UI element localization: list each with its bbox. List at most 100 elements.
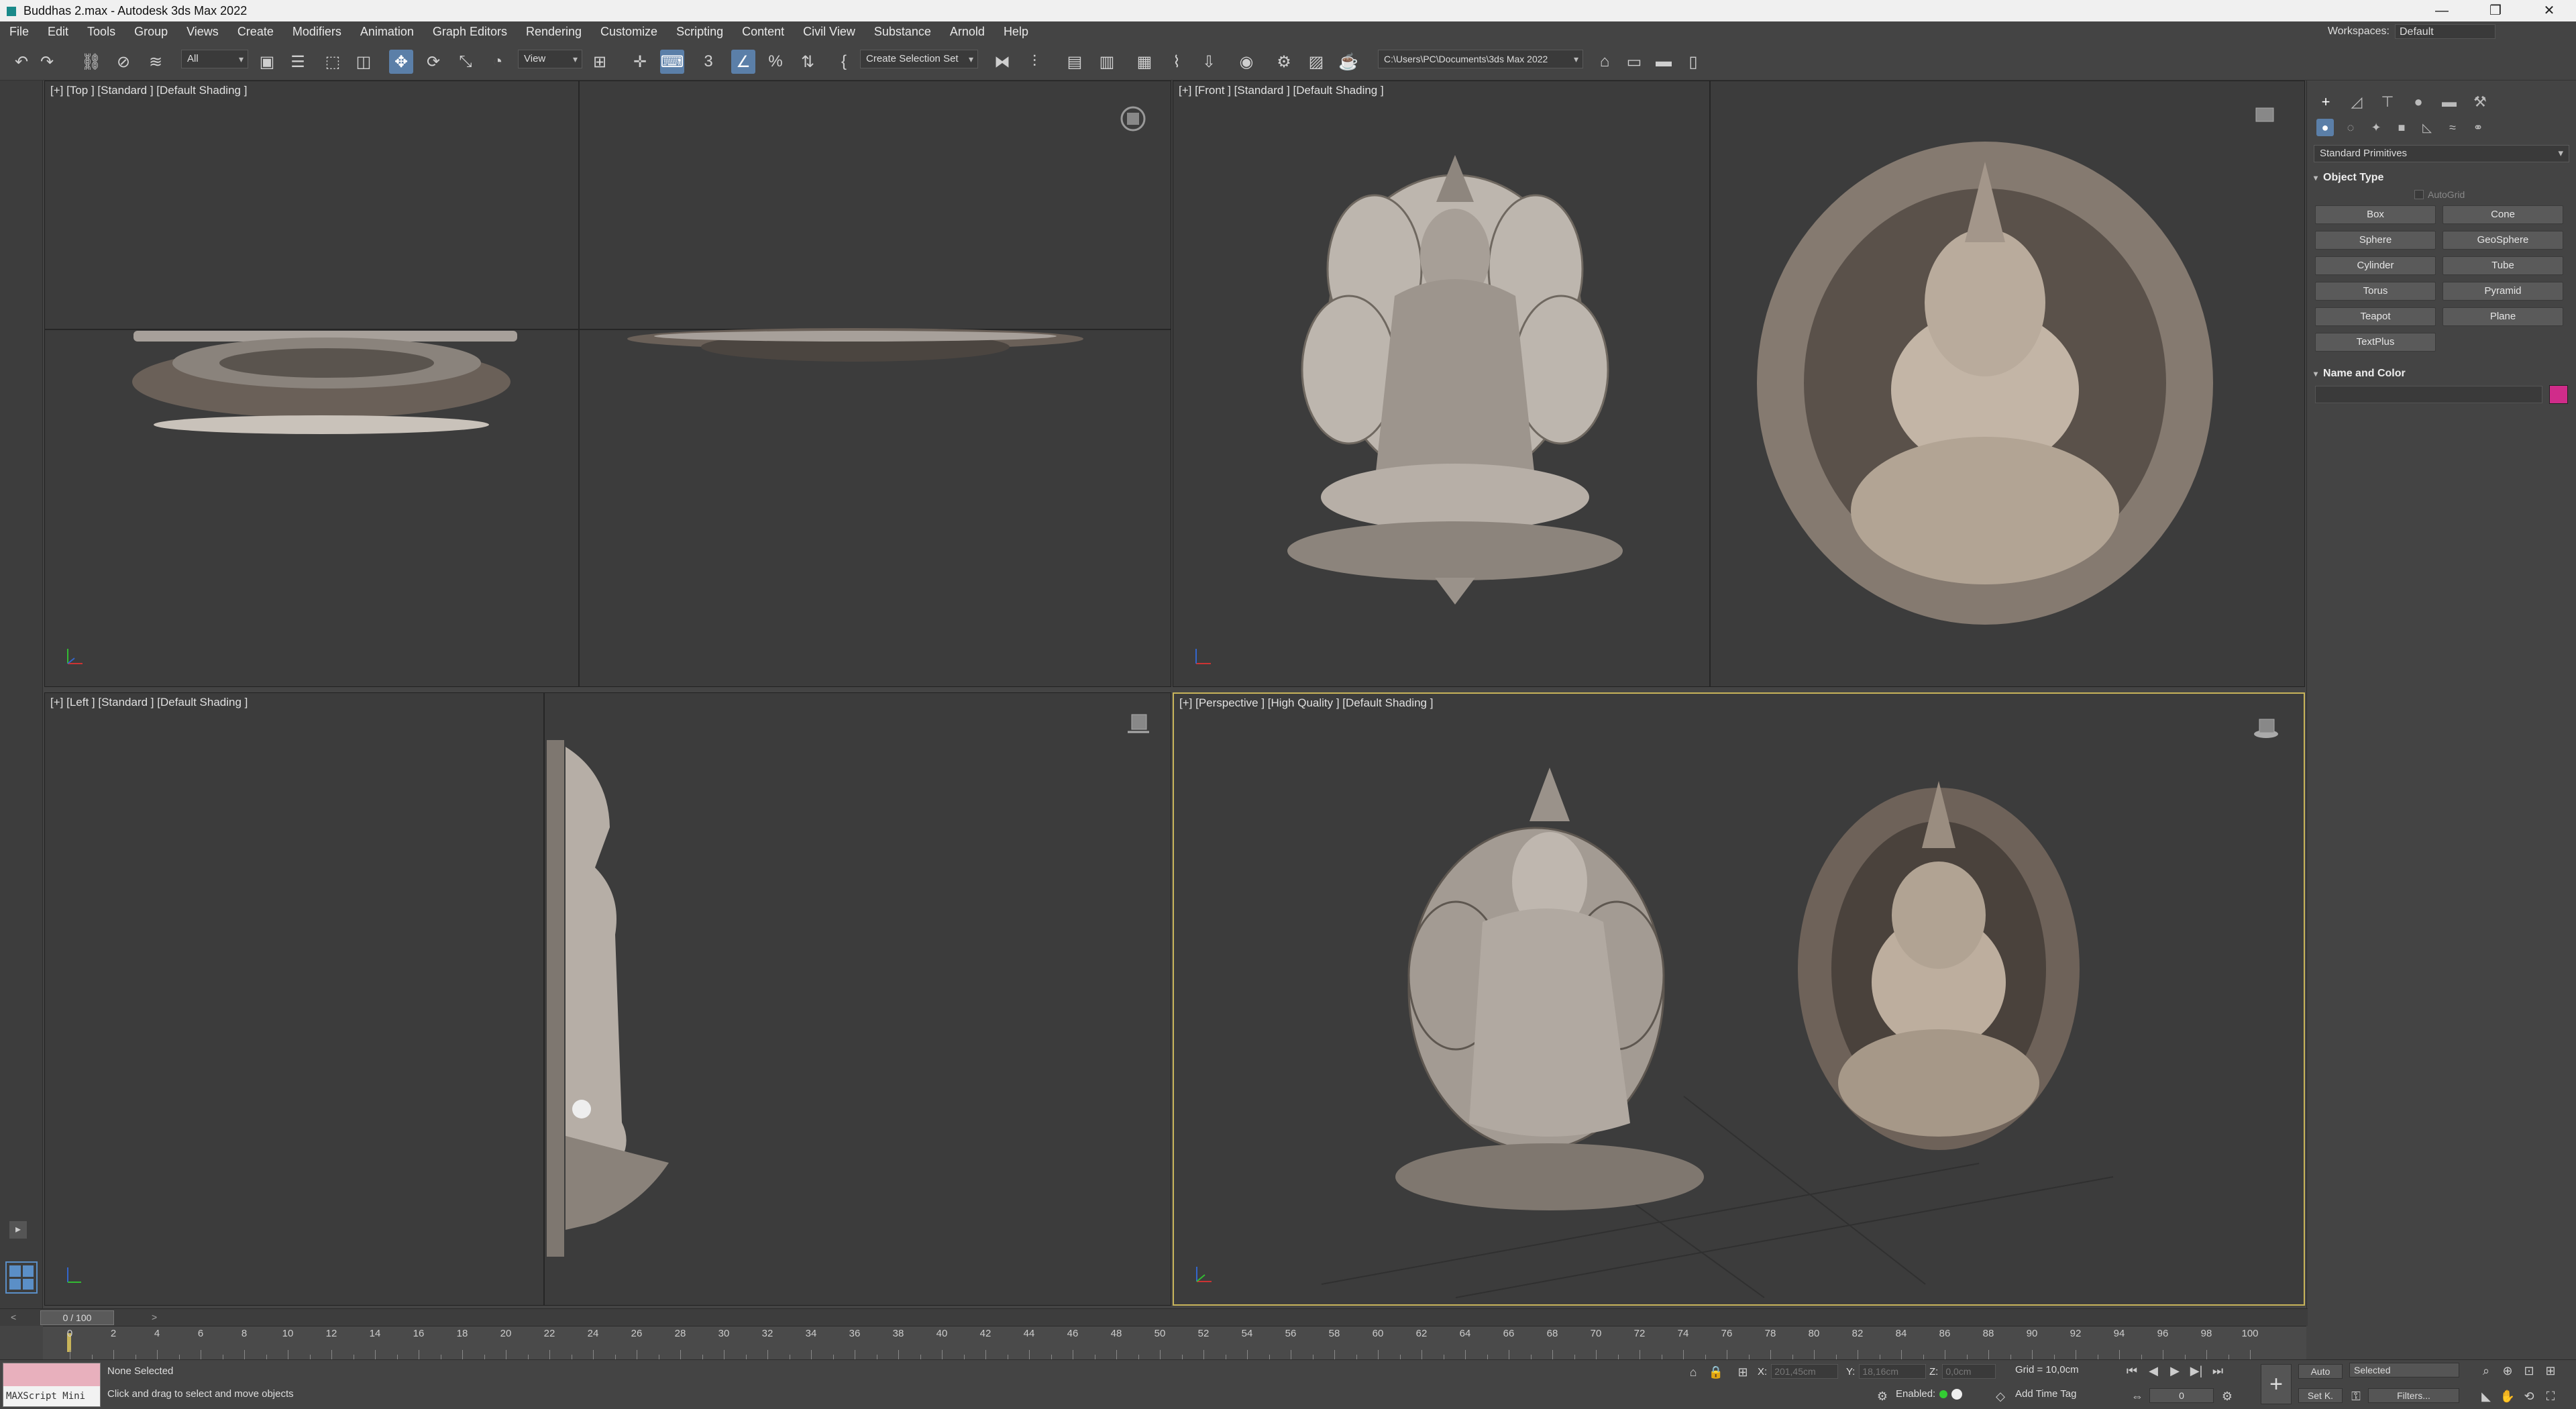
viewport-layout-icon[interactable] — [5, 1261, 38, 1294]
edit-named-selection-icon[interactable]: { — [832, 50, 856, 74]
percent-snap-icon[interactable]: % — [763, 50, 788, 74]
box-button[interactable]: Box — [2315, 205, 2436, 224]
key-filter-select[interactable]: Selected — [2349, 1363, 2459, 1377]
curve-editor-icon[interactable]: ⌇ — [1165, 50, 1189, 74]
viewport-left[interactable]: [+] [Left ] [Standard ] [Default Shading… — [44, 692, 1171, 1306]
menu-modifiers[interactable]: Modifiers — [283, 25, 351, 39]
next-frame-icon[interactable]: ▶| — [2188, 1363, 2204, 1379]
pyramid-button[interactable]: Pyramid — [2443, 282, 2563, 301]
time-slider-thumb[interactable]: 0 / 100 — [40, 1310, 114, 1325]
menu-graph-editors[interactable]: Graph Editors — [423, 25, 517, 39]
angle-snap-icon[interactable]: ∠ — [731, 50, 755, 74]
primitive-category-dropdown[interactable]: Standard Primitives — [2314, 145, 2569, 162]
selection-lock-icon[interactable]: 🔒 — [1708, 1364, 1724, 1380]
auto-key-button[interactable]: Auto — [2298, 1364, 2343, 1379]
object-name-field[interactable] — [2315, 386, 2542, 403]
create-tab-icon[interactable]: + — [2316, 93, 2335, 111]
x-field[interactable]: 201,45cm — [1771, 1364, 1839, 1379]
helpers-icon[interactable]: ◺ — [2418, 119, 2436, 136]
restore-button[interactable]: ❐ — [2469, 0, 2522, 21]
systems-icon[interactable]: ⚭ — [2469, 119, 2487, 136]
key-mode-icon[interactable]: ⚿ — [2348, 1388, 2364, 1404]
go-to-end-icon[interactable]: ⏭ — [2210, 1363, 2226, 1379]
rotate-icon[interactable]: ⟳ — [421, 50, 445, 74]
project-folder-dropdown[interactable]: C:\Users\PC\Documents\3ds Max 2022 — [1378, 50, 1583, 68]
go-to-start-icon[interactable]: ⏮ — [2124, 1363, 2140, 1379]
menu-content[interactable]: Content — [733, 25, 794, 39]
select-object-icon[interactable]: ▣ — [255, 50, 279, 74]
space-warps-icon[interactable]: ≈ — [2444, 119, 2461, 136]
menu-help[interactable]: Help — [994, 25, 1038, 39]
scale-icon[interactable]: ⤡ — [453, 50, 478, 74]
layer-explorer-icon[interactable]: ▥ — [1095, 50, 1119, 74]
geometry-icon[interactable]: ● — [2316, 119, 2334, 136]
menu-tools[interactable]: Tools — [78, 25, 125, 39]
redo-icon[interactable]: ↷ — [35, 50, 59, 74]
play-icon[interactable]: ▶ — [2167, 1363, 2183, 1379]
geosphere-button[interactable]: GeoSphere — [2443, 231, 2563, 250]
adaptive-degradation-icon[interactable]: ⚙ — [1874, 1388, 1890, 1404]
menu-substance[interactable]: Substance — [865, 25, 941, 39]
expand-arrow-icon[interactable]: ▸ — [9, 1221, 27, 1239]
enabled-indicator-icon[interactable] — [1939, 1390, 1948, 1398]
zoom-all-icon[interactable]: ⊕ — [2500, 1363, 2516, 1379]
zoom-extents-icon[interactable]: ⊡ — [2521, 1363, 2537, 1379]
maximize-viewport-icon[interactable]: ⛶ — [2542, 1388, 2559, 1404]
open-folder-icon[interactable]: ▭ — [1622, 50, 1646, 74]
named-selection-dropdown[interactable]: Create Selection Set — [860, 50, 978, 68]
isolate-selection-icon[interactable]: ⌂ — [1685, 1364, 1701, 1380]
tube-button[interactable]: Tube — [2443, 256, 2563, 275]
display-tab-icon[interactable]: ▬ — [2440, 93, 2459, 111]
textplus-button[interactable]: TextPlus — [2315, 333, 2436, 352]
add-time-tag[interactable]: Add Time Tag — [2015, 1388, 2076, 1400]
viewcube-icon[interactable] — [1125, 709, 1152, 736]
modify-tab-icon[interactable]: ◿ — [2347, 93, 2366, 111]
orbit-icon[interactable]: ⟲ — [2521, 1388, 2537, 1404]
rendered-frame-window-icon[interactable]: ▨ — [1304, 50, 1328, 74]
viewcube-icon[interactable] — [2251, 101, 2277, 128]
utilities-tab-icon[interactable]: ⚒ — [2471, 93, 2489, 111]
keyboard-shortcut-override-icon[interactable]: ⌨ — [660, 50, 684, 74]
menu-create[interactable]: Create — [228, 25, 283, 39]
save-folder-icon[interactable]: ▯ — [1681, 50, 1705, 74]
render-setup-icon[interactable]: ⚙ — [1272, 50, 1296, 74]
menu-civil-view[interactable]: Civil View — [794, 25, 865, 39]
undo-icon[interactable]: ↶ — [9, 50, 34, 74]
torus-button[interactable]: Torus — [2315, 282, 2436, 301]
zoom-icon[interactable]: ⌕ — [2478, 1363, 2494, 1379]
viewport-front[interactable]: [+] [Front ] [Standard ] [Default Shadin… — [1173, 81, 2305, 687]
key-filters-button[interactable]: Filters... — [2368, 1388, 2459, 1403]
menu-edit[interactable]: Edit — [38, 25, 78, 39]
time-slider-next-icon[interactable]: > — [152, 1312, 157, 1322]
project-folder-icon[interactable]: ⌂ — [1593, 50, 1617, 74]
cone-button[interactable]: Cone — [2443, 205, 2563, 224]
select-by-name-icon[interactable]: ☰ — [286, 50, 310, 74]
y-field[interactable]: 18,16cm — [1859, 1364, 1927, 1379]
sphere-button[interactable]: Sphere — [2315, 231, 2436, 250]
key-mode-toggle-icon[interactable]: ⇔ — [2129, 1388, 2145, 1404]
time-slider-prev-icon[interactable]: < — [11, 1312, 16, 1322]
set-key-plus-button[interactable]: + — [2261, 1364, 2292, 1404]
object-color-swatch[interactable] — [2549, 385, 2568, 404]
autogrid-box[interactable] — [2414, 190, 2424, 199]
maxscript-mini-label[interactable]: MAXScript Mini — [3, 1386, 100, 1406]
scene-folder-icon[interactable]: ▬ — [1652, 50, 1676, 74]
viewport-label-top[interactable]: [+] [Top ] [Standard ] [Default Shading … — [50, 84, 247, 97]
current-frame-field[interactable]: 0 — [2149, 1388, 2214, 1403]
track-bar[interactable]: 0 2 4 6 8 10 12 14 16 18 20 22 24 26 28 30 32 34 36 38 40 42 4… — [43, 1326, 2306, 1359]
link-icon[interactable]: ⛓ — [79, 50, 103, 74]
maxscript-listener[interactable]: MAXScript Mini — [3, 1363, 101, 1407]
time-configuration-icon[interactable]: ⚙ — [2219, 1388, 2235, 1404]
viewcube-icon[interactable] — [1120, 105, 1146, 132]
bind-space-warp-icon[interactable]: ≋ — [144, 50, 168, 74]
mirror-icon[interactable]: ⧓ — [990, 50, 1014, 74]
autogrid-checkbox[interactable]: AutoGrid — [2414, 189, 2576, 200]
cameras-icon[interactable]: ■ — [2393, 119, 2410, 136]
menu-file[interactable]: File — [0, 25, 38, 39]
menu-views[interactable]: Views — [177, 25, 228, 39]
motion-tab-icon[interactable]: ● — [2409, 93, 2428, 111]
pivot-center-icon[interactable]: ⊞ — [588, 50, 612, 74]
z-field[interactable]: 0,0cm — [1942, 1364, 1996, 1379]
menu-group[interactable]: Group — [125, 25, 177, 39]
viewcube-icon[interactable] — [2253, 714, 2279, 741]
